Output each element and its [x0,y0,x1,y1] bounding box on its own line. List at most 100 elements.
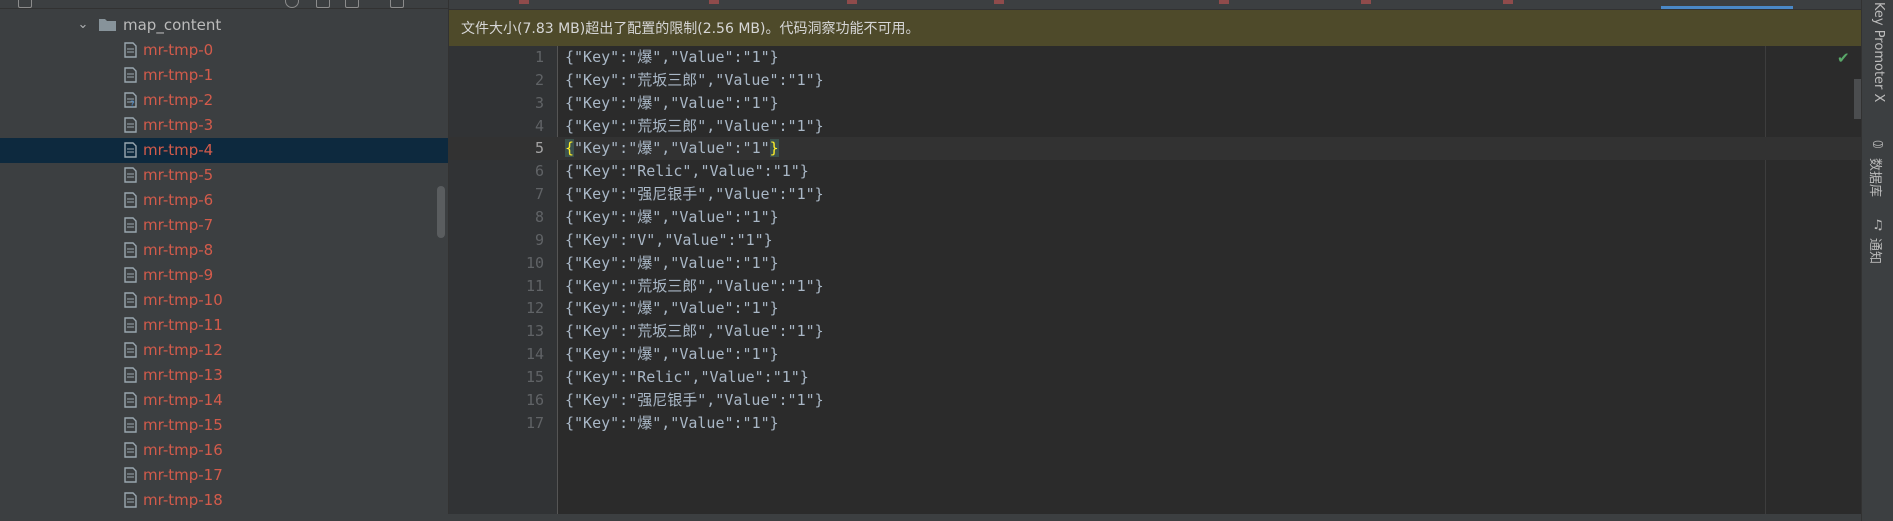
line-number: 4 [534,116,544,135]
tab-fragment[interactable] [1219,0,1229,4]
code-text[interactable]: {"Key":"爆","Value":"1"} [565,137,779,160]
code-line[interactable]: 10 {"Key":"爆","Value":"1"} [449,252,1861,275]
code-text[interactable]: {"Key":"荒坂三郎","Value":"1"} [565,69,824,92]
line-number: 17 [525,413,544,432]
tree-file-row[interactable]: mr-tmp-12 [0,338,448,363]
line-number: 1 [534,48,544,66]
code-line[interactable]: 1 {"Key":"爆","Value":"1"} [449,46,1861,69]
tree-file-row[interactable]: mr-tmp-17 [0,463,448,488]
code-text[interactable]: {"Key":"爆","Value":"1"} [565,46,779,69]
project-icon[interactable] [18,0,32,8]
code-line[interactable]: 5 {"Key":"爆","Value":"1"} [449,137,1861,161]
code-line[interactable]: 14 {"Key":"爆","Value":"1"} [449,343,1861,366]
tree-file-row[interactable]: mr-tmp-1 [0,63,448,88]
code-text[interactable]: {"Key":"爆","Value":"1"} [565,412,779,435]
tree-file-row[interactable]: mr-tmp-6 [0,188,448,213]
tree-file-row[interactable]: mr-tmp-16 [0,438,448,463]
bell-icon[interactable]: ♫ [1871,219,1885,233]
editor-scrollbar[interactable] [1854,79,1861,119]
code-text[interactable]: {"Key":"爆","Value":"1"} [565,343,779,366]
file-name: mr-tmp-16 [143,441,223,459]
code-text[interactable]: {"Key":"爆","Value":"1"} [565,252,779,275]
code-text[interactable]: {"Key":"荒坂三郎","Value":"1"} [565,320,824,343]
file-name: mr-tmp-6 [143,191,214,209]
code-line[interactable]: 12 {"Key":"爆","Value":"1"} [449,297,1861,320]
code-line[interactable]: 3 {"Key":"爆","Value":"1"} [449,92,1861,115]
file-name: mr-tmp-17 [143,466,223,484]
file-icon [124,467,137,483]
tree-file-row[interactable]: mr-tmp-9 [0,263,448,288]
options-icon[interactable] [345,0,359,8]
code-line[interactable]: 2 {"Key":"荒坂三郎","Value":"1"} [449,69,1861,92]
code-line[interactable]: 17 {"Key":"爆","Value":"1"} [449,412,1861,435]
database-icon[interactable]: ⛀ [1871,138,1885,152]
file-icon [124,142,137,158]
line-number: 3 [534,93,544,112]
tree-file-row[interactable]: mr-tmp-0 [0,38,448,63]
code-line[interactable]: 7 {"Key":"强尼银手","Value":"1"} [449,183,1861,206]
sidebar-scrollbar[interactable] [437,186,445,238]
file-icon [124,42,137,58]
code-line[interactable]: 13 {"Key":"荒坂三郎","Value":"1"} [449,320,1861,343]
tree-folder-row[interactable]: ⌄ map_content [0,13,448,37]
tree-file-row[interactable]: ? mr-tmp-2 [0,88,448,113]
code-line[interactable]: 15 {"Key":"Relic","Value":"1"} [449,366,1861,389]
code-line[interactable]: 6 {"Key":"Relic","Value":"1"} [449,160,1861,183]
tree-file-row[interactable]: mr-tmp-15 [0,413,448,438]
tab-fragment[interactable] [994,0,1004,4]
line-number: 8 [534,207,544,226]
code-text[interactable]: {"Key":"Relic","Value":"1"} [565,160,809,183]
tree-file-row[interactable]: mr-tmp-14 [0,388,448,413]
file-icon [124,117,137,133]
tree-file-row[interactable]: mr-tmp-4 [0,138,448,163]
code-line[interactable]: 16 {"Key":"强尼银手","Value":"1"} [449,389,1861,412]
tree-file-row[interactable]: mr-tmp-18 [0,488,448,513]
tree-file-row[interactable]: mr-tmp-13 [0,363,448,388]
tab-fragment[interactable] [1503,0,1513,4]
database-tab[interactable]: 数据库 [1867,158,1886,197]
key-promoter-x-tab[interactable]: Key Promoter X [1871,2,1886,102]
code-line[interactable]: 11 {"Key":"荒坂三郎","Value":"1"} [449,275,1861,298]
check-icon[interactable]: ✔ [1837,50,1850,66]
code-editor[interactable]: 1 {"Key":"爆","Value":"1"} 2 {"Key":"荒坂三郎","… [449,46,1861,521]
folder-name: map_content [123,16,222,34]
file-name: mr-tmp-13 [143,366,223,384]
matched-brace: { [565,139,575,158]
code-line[interactable]: 8 {"Key":"爆","Value":"1"} [449,206,1861,229]
code-line[interactable]: 4 {"Key":"荒坂三郎","Value":"1"} [449,115,1861,138]
right-tool-strip: Key Promoter X ⛀ 数据库 ♫ 通知 [1861,0,1893,521]
code-text[interactable]: {"Key":"爆","Value":"1"} [565,297,779,320]
code-text[interactable]: {"Key":"强尼银手","Value":"1"} [565,389,824,412]
tree-file-row[interactable]: mr-tmp-11 [0,313,448,338]
tree-file-row[interactable]: mr-tmp-3 [0,113,448,138]
locate-icon[interactable] [285,0,299,8]
code-text[interactable]: {"Key":"Relic","Value":"1"} [565,366,809,389]
tree-file-row[interactable]: mr-tmp-8 [0,238,448,263]
tab-fragment[interactable] [709,0,719,4]
collapse-all-icon[interactable] [316,0,330,8]
hide-icon[interactable] [390,0,404,8]
code-text[interactable]: {"Key":"V","Value":"1"} [565,229,773,252]
file-size-warning-banner: 文件大小(7.83 MB)超出了配置的限制(2.56 MB)。代码洞察功能不可用… [449,10,1861,46]
project-panel: ⌄ map_content mr-tmp-0 mr-tmp-1? mr-tmp-2 m… [0,0,448,521]
notifications-tab[interactable]: 通知 [1867,238,1886,264]
code-text[interactable]: {"Key":"爆","Value":"1"} [565,92,779,115]
tree-file-row[interactable]: mr-tmp-5 [0,163,448,188]
tree-file-row[interactable]: mr-tmp-7 [0,213,448,238]
unknown-file-icon: ? [124,92,137,108]
code-text[interactable]: {"Key":"爆","Value":"1"} [565,206,779,229]
file-name: mr-tmp-18 [143,491,223,509]
tree-file-row[interactable]: mr-tmp-10 [0,288,448,313]
line-number: 2 [534,70,544,89]
file-name: mr-tmp-5 [143,166,214,184]
chevron-down-icon[interactable]: ⌄ [75,17,91,33]
line-number: 7 [534,185,544,204]
file-icon [124,367,137,383]
tab-fragment[interactable] [1361,0,1371,4]
code-text[interactable]: {"Key":"荒坂三郎","Value":"1"} [565,115,824,138]
tab-fragment[interactable] [847,0,857,4]
code-text[interactable]: {"Key":"强尼银手","Value":"1"} [565,183,824,206]
tab-fragment[interactable] [519,0,529,4]
code-text[interactable]: {"Key":"荒坂三郎","Value":"1"} [565,275,824,298]
code-line[interactable]: 9 {"Key":"V","Value":"1"} [449,229,1861,252]
